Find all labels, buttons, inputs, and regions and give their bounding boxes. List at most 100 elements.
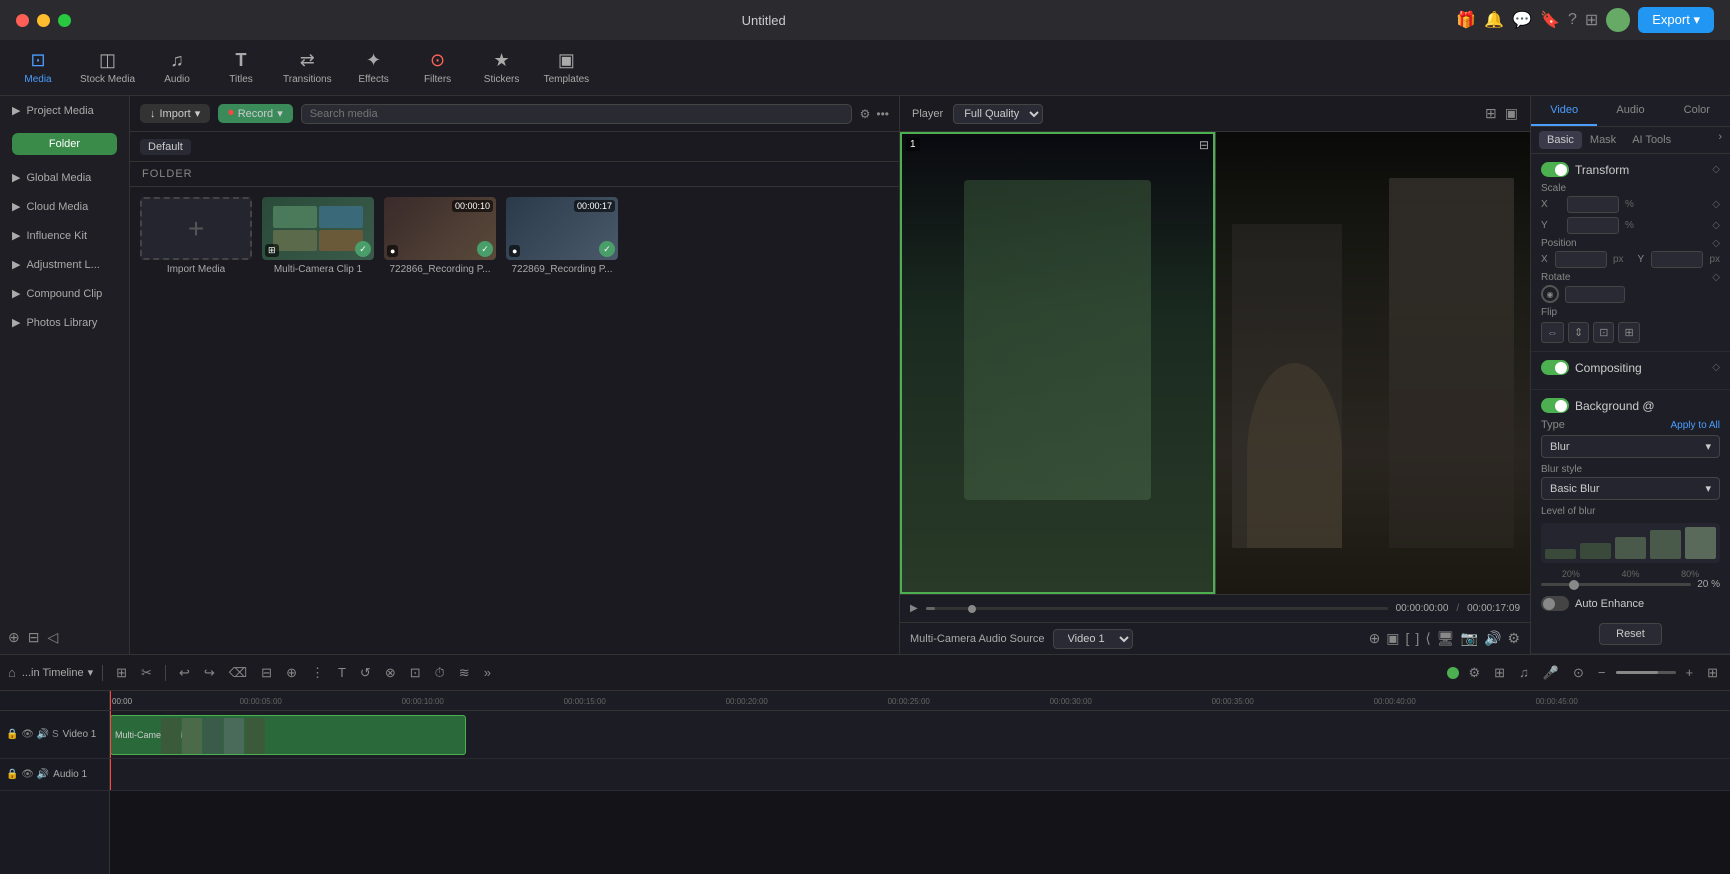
multi-select-icon[interactable]: ⊞ <box>112 663 131 683</box>
position-keyframe[interactable]: ◇ <box>1712 238 1720 249</box>
sidebar-item-project[interactable]: ▶ Project Media <box>0 96 129 125</box>
toolbar-transitions[interactable]: ⇄ Transitions <box>283 50 332 85</box>
compositing-diamond-icon[interactable]: ◇ <box>1712 362 1720 373</box>
compositing-toggle[interactable] <box>1541 360 1569 375</box>
redo-icon[interactable]: ↪ <box>200 663 219 683</box>
toolbar-filters[interactable]: ⊙ Filters <box>416 50 460 85</box>
source-select[interactable]: Video 1 Video 2 <box>1053 629 1133 649</box>
sidebar-item-global[interactable]: ▶ Global Media <box>0 163 129 192</box>
grid-icon[interactable]: ⊞ <box>1703 663 1722 683</box>
single-view-icon[interactable]: ▣ <box>1505 105 1518 122</box>
cam1-settings-icon[interactable]: ⊟ <box>1199 138 1209 152</box>
reset-button[interactable]: Reset <box>1599 623 1662 645</box>
apps-icon[interactable]: ⊞ <box>1585 10 1598 30</box>
detach-icon[interactable]: ⊕ <box>282 663 301 683</box>
timeline-scrubber[interactable] <box>926 607 1388 610</box>
scrubber-thumb[interactable] <box>968 605 976 613</box>
audio-icon[interactable]: 🔊 <box>1484 630 1501 647</box>
subtab-mask[interactable]: Mask <box>1582 131 1624 149</box>
subtabs-more-icon[interactable]: › <box>1718 131 1722 149</box>
media-item-vid2[interactable]: 00:00:17 ✓ ● 722869_Recording P... <box>506 197 618 644</box>
flip-h-button[interactable]: ⇔ <box>1541 322 1564 343</box>
tab-video[interactable]: Video <box>1531 96 1597 126</box>
bracket-left-icon[interactable]: [ <box>1406 630 1410 647</box>
marker-icon[interactable]: ⊙ <box>1569 663 1588 683</box>
sidebar-item-folder[interactable]: Folder <box>12 133 117 155</box>
bookmark-icon[interactable]: 🔖 <box>1540 10 1560 30</box>
settings-timeline-icon[interactable]: ⚙ <box>1465 663 1485 683</box>
split-icon[interactable]: ⋮ <box>307 663 328 683</box>
toolbar-audio[interactable]: ♫ Audio <box>155 50 199 85</box>
trim-icon[interactable]: ⊟ <box>257 663 276 683</box>
prev-frame-icon[interactable]: ⟨ <box>1425 630 1430 647</box>
filter-icon[interactable]: ⚙ <box>860 107 871 121</box>
transform-toggle[interactable] <box>1541 162 1569 177</box>
multicam-view-icon[interactable]: ⊞ <box>1485 105 1497 122</box>
avatar[interactable] <box>1606 8 1630 32</box>
comment-icon[interactable]: 💬 <box>1512 10 1532 30</box>
sidebar-item-influence[interactable]: ▶ Influence Kit <box>0 221 129 250</box>
sidebar-item-photos[interactable]: ▶ Photos Library <box>0 308 129 337</box>
frame-icon[interactable]: ▣ <box>1386 630 1399 647</box>
flip-v-button[interactable]: ⇕ <box>1568 322 1589 343</box>
audio-lock-icon[interactable]: 🔒 <box>6 769 18 780</box>
toolbar-templates[interactable]: ▣ Templates <box>544 50 590 85</box>
video-clip[interactable]: Multi-Camera Clip 1 <box>110 715 466 755</box>
gift-icon[interactable]: 🎁 <box>1456 10 1476 30</box>
media-item-multicam[interactable]: ✓ ⊞ Multi-Camera Clip 1 <box>262 197 374 644</box>
play-icon[interactable]: ▶ <box>910 603 918 614</box>
home-icon[interactable]: ⌂ <box>8 665 16 680</box>
toolbar-titles[interactable]: T Titles <box>219 50 263 85</box>
toolbar-media[interactable]: ⊡ Media <box>16 50 60 85</box>
sidebar-new-folder-icon[interactable]: ⊕ <box>8 629 20 646</box>
notification-icon[interactable]: 🔔 <box>1484 10 1504 30</box>
pos-x-input[interactable]: 0.00 <box>1555 251 1607 268</box>
crop-timeline-icon[interactable]: ⊡ <box>406 663 425 683</box>
record-button[interactable]: ⏺ Record ▾ <box>218 104 293 123</box>
sidebar-item-cloud[interactable]: ▶ Cloud Media <box>0 192 129 221</box>
import-button[interactable]: ↓ Import ▾ <box>140 104 210 123</box>
delete-icon[interactable]: ⌫ <box>225 663 251 683</box>
maximize-button[interactable] <box>58 14 71 27</box>
scale-y-input[interactable]: 100.00 <box>1567 217 1619 234</box>
zoom-slider[interactable] <box>1616 671 1676 674</box>
settings-icon[interactable]: ⚙ <box>1507 630 1520 647</box>
mic-icon[interactable]: 🎤 <box>1539 663 1563 683</box>
transform-diamond-icon[interactable]: ◇ <box>1712 164 1720 175</box>
player-cam1[interactable]: 1 ⊟ <box>900 132 1215 594</box>
apply-all-button[interactable]: Apply to All <box>1671 420 1720 431</box>
toolbar-stickers[interactable]: ★ Stickers <box>480 50 524 85</box>
audio-eye-icon[interactable]: 👁 <box>21 769 34 780</box>
audio-stretch-icon[interactable]: ≋ <box>455 663 474 683</box>
text-icon[interactable]: T <box>334 663 350 682</box>
sidebar-item-compound[interactable]: ▶ Compound Clip <box>0 279 129 308</box>
blur-style-dropdown[interactable]: Basic Blur ▾ <box>1541 477 1720 500</box>
video-mute-icon[interactable]: 🔊 <box>37 729 49 740</box>
export-button[interactable]: Export ▾ <box>1638 7 1714 33</box>
sidebar-item-adjustment[interactable]: ▶ Adjustment L... <box>0 250 129 279</box>
subtab-ai-tools[interactable]: AI Tools <box>1624 131 1679 149</box>
pos-y-input[interactable]: 0.00 <box>1651 251 1703 268</box>
blur-slider[interactable] <box>1541 583 1691 586</box>
scale-x-input[interactable]: 100.00 <box>1567 196 1619 213</box>
video-eye-icon[interactable]: 👁 <box>21 729 34 740</box>
background-toggle[interactable] <box>1541 398 1569 413</box>
media-search-input[interactable] <box>301 104 852 124</box>
blade-icon[interactable]: ✂ <box>137 663 156 683</box>
media-item-vid1[interactable]: 00:00:10 ✓ ● 722866_Recording P... <box>384 197 496 644</box>
blur-type-dropdown[interactable]: Blur ▾ <box>1541 435 1720 458</box>
rotate-input[interactable]: 0.00° <box>1565 286 1625 303</box>
link-icon[interactable]: ⊗ <box>381 663 400 683</box>
scale-y-keyframe[interactable]: ◇ <box>1712 220 1720 231</box>
close-button[interactable] <box>16 14 29 27</box>
sidebar-delete-icon[interactable]: ⊟ <box>28 629 40 646</box>
more-tools-icon[interactable]: » <box>480 663 495 682</box>
snap-icon[interactable]: ⊞ <box>1490 663 1509 683</box>
tab-audio[interactable]: Audio <box>1597 96 1663 126</box>
timeline-nav[interactable]: ...in Timeline ▾ <box>22 666 93 679</box>
video-solo-icon[interactable]: S <box>52 729 59 740</box>
undo-icon[interactable]: ↩ <box>175 663 194 683</box>
default-button[interactable]: Default <box>140 139 191 155</box>
audio-mute-icon[interactable]: 🔊 <box>37 769 49 780</box>
crop-icon[interactable]: ⊕ <box>1369 630 1381 647</box>
